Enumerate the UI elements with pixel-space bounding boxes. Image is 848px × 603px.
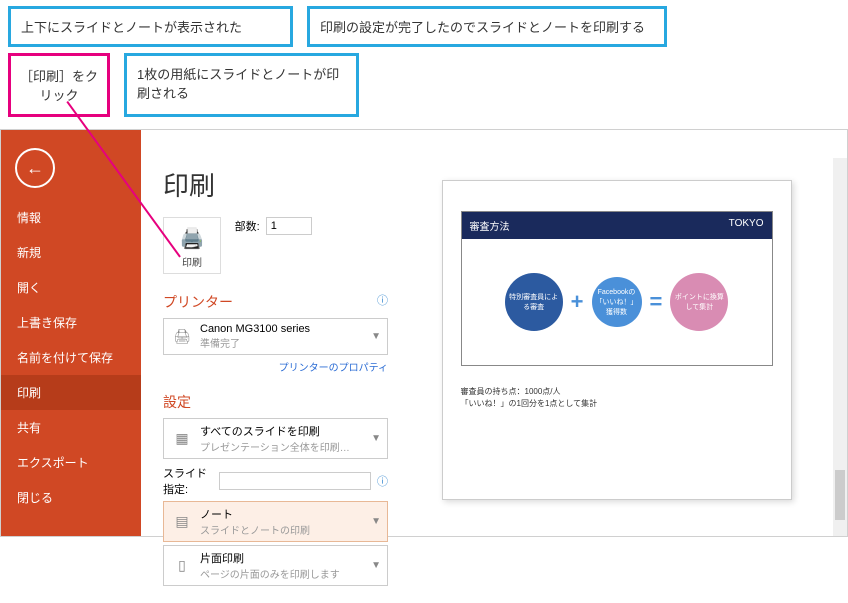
- chevron-down-icon: ▼: [371, 516, 381, 527]
- slide-spec-label: スライド指定:: [163, 465, 213, 497]
- callout-top-right: 印刷の設定が完了したのでスライドとノートを印刷する: [307, 6, 667, 47]
- copies-label: 部数:: [235, 218, 260, 234]
- print-button[interactable]: 🖨️ 印刷: [163, 217, 221, 274]
- print-preview: 審査方法 TOKYO 特別審査員による審査 + Facebookの「いいね！」獲…: [406, 166, 827, 526]
- sidebar-item-info[interactable]: 情報: [1, 200, 141, 235]
- page-title: 印刷: [163, 166, 388, 203]
- sides-dropdown[interactable]: ▯ 片面印刷 ページの片面のみを印刷します ▼: [163, 545, 388, 586]
- layout-title: ノート: [200, 509, 233, 521]
- circle-2: Facebookの「いいね！」獲得数: [592, 277, 642, 327]
- scroll-thumb[interactable]: [835, 470, 845, 520]
- preview-notes: 審査員の持ち点：1000点/人 「いいね！」の1回分を1点として集計: [461, 386, 773, 410]
- sidebar-item-open[interactable]: 開く: [1, 270, 141, 305]
- print-range-sub: プレゼンテーション全体を印刷…: [200, 439, 365, 454]
- info-icon[interactable]: ⓘ: [377, 292, 388, 308]
- preview-page: 審査方法 TOKYO 特別審査員による審査 + Facebookの「いいね！」獲…: [442, 180, 792, 500]
- preview-brand: TOKYO: [729, 218, 764, 233]
- sidebar-item-close[interactable]: 閉じる: [1, 480, 141, 515]
- printer-name: Canon MG3100 series: [200, 323, 310, 335]
- layout-dropdown[interactable]: ▤ ノート スライドとノートの印刷 ▼: [163, 501, 388, 542]
- print-backstage: 印刷 🖨️ 印刷 部数: プリンターⓘ 🖨 Canon MG3100 serie…: [141, 130, 847, 536]
- oneside-icon: ▯: [170, 555, 194, 577]
- sides-sub: ページの片面のみを印刷します: [200, 566, 365, 581]
- callout-result: 1枚の用紙にスライドとノートが印刷される: [124, 53, 359, 117]
- powerpoint-window: Lesson69 - PowerPoint ? – ▢ ✕ 井上香緒里 ▾ 👤 …: [0, 129, 848, 537]
- slides-icon: ▦: [170, 428, 194, 450]
- plus-icon: +: [571, 289, 584, 315]
- sidebar-item-share[interactable]: 共有: [1, 410, 141, 445]
- chevron-down-icon: ▼: [371, 433, 381, 444]
- sidebar-item-print[interactable]: 印刷: [1, 375, 141, 410]
- sidebar-item-new[interactable]: 新規: [1, 235, 141, 270]
- sidebar-item-export[interactable]: エクスポート: [1, 445, 141, 480]
- sidebar-item-options[interactable]: オプション: [1, 568, 141, 603]
- sidebar-item-account[interactable]: アカウント: [1, 533, 141, 568]
- chevron-down-icon: ▼: [371, 331, 381, 342]
- printer-properties-link[interactable]: プリンターのプロパティ: [163, 359, 388, 374]
- section-settings: 設定: [163, 392, 388, 412]
- layout-sub: スライドとノートの印刷: [200, 522, 365, 537]
- sides-title: 片面印刷: [200, 553, 244, 565]
- circle-1: 特別審査員による審査: [505, 273, 563, 331]
- back-button[interactable]: ←: [15, 148, 55, 188]
- printer-icon: 🖨️: [168, 226, 216, 251]
- chevron-down-icon: ▼: [371, 560, 381, 571]
- slide-spec-input[interactable]: [219, 472, 371, 490]
- callout-click-print: ［印刷］をクリック: [8, 53, 110, 117]
- info-icon[interactable]: ⓘ: [377, 473, 388, 489]
- print-button-label: 印刷: [182, 258, 202, 269]
- printer-dropdown[interactable]: 🖨 Canon MG3100 series 準備完了 ▼: [163, 318, 388, 355]
- sidebar-item-save[interactable]: 上書き保存: [1, 305, 141, 340]
- notes-page-icon: ▤: [170, 511, 194, 533]
- copies-input[interactable]: [266, 217, 312, 235]
- callout-top-left: 上下にスライドとノートが表示された: [8, 6, 293, 47]
- section-printer: プリンターⓘ: [163, 292, 388, 312]
- printer-small-icon: 🖨: [170, 326, 194, 348]
- print-range-dropdown[interactable]: ▦ すべてのスライドを印刷 プレゼンテーション全体を印刷… ▼: [163, 418, 388, 459]
- circle-3: ポイントに換算して集計: [670, 273, 728, 331]
- vertical-scrollbar[interactable]: [833, 158, 847, 536]
- backstage-sidebar: ← 情報 新規 開く 上書き保存 名前を付けて保存 印刷 共有 エクスポート 閉…: [1, 130, 141, 536]
- preview-slide: 審査方法 TOKYO 特別審査員による審査 + Facebookの「いいね！」獲…: [461, 211, 773, 366]
- equals-icon: =: [650, 289, 663, 315]
- sidebar-item-saveas[interactable]: 名前を付けて保存: [1, 340, 141, 375]
- print-range-title: すべてのスライドを印刷: [200, 426, 320, 438]
- printer-status: 準備完了: [200, 335, 365, 350]
- preview-slide-title: 審査方法: [470, 218, 510, 233]
